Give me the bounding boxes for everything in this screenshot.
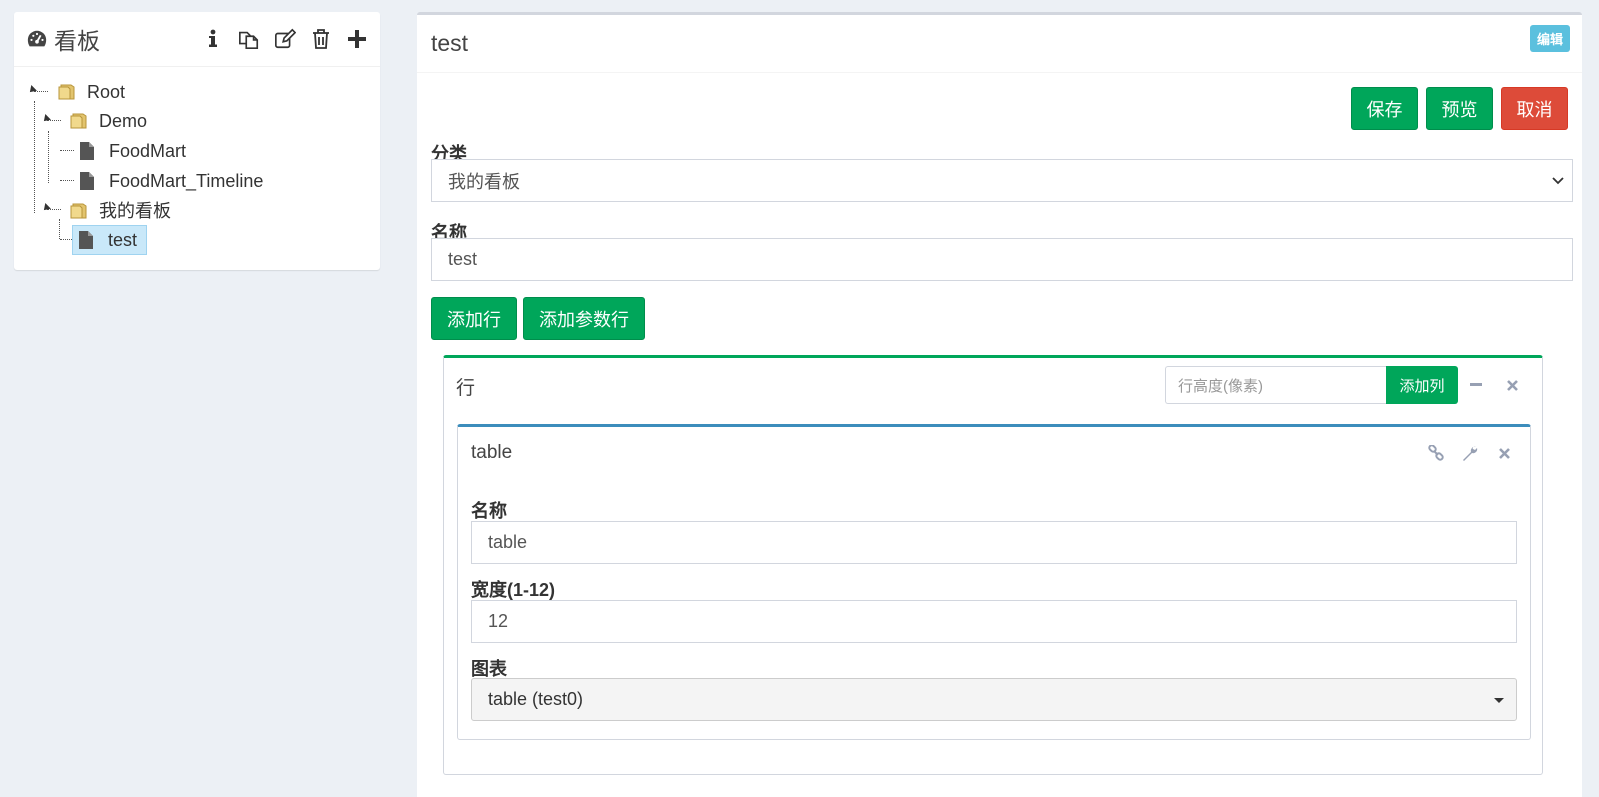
info-icon[interactable] <box>202 28 224 50</box>
plus-icon[interactable] <box>346 28 368 50</box>
category-select[interactable]: 我的看板 <box>431 159 1573 202</box>
edit-badge: 编辑 <box>1529 25 1570 52</box>
chevron-down-icon <box>1552 177 1564 185</box>
save-button[interactable]: 保存 <box>1351 87 1418 130</box>
edit-icon[interactable] <box>274 28 296 50</box>
close-icon[interactable] <box>1488 439 1520 467</box>
expand-arrow-icon[interactable] <box>41 203 51 213</box>
close-icon[interactable] <box>1494 366 1530 404</box>
link-icon[interactable] <box>1420 439 1452 467</box>
name-value: test <box>448 249 478 269</box>
dashboard-tree-panel: 看板 Root Demo FoodMart FoodMart_Timeline … <box>14 12 380 270</box>
category-value: 我的看板 <box>448 171 520 192</box>
tree-node-label: Demo <box>99 111 148 131</box>
file-icon <box>80 142 94 160</box>
column-width-label: 宽度(1-12) <box>471 580 556 600</box>
column-name-label: 名称 <box>471 501 507 521</box>
row-header: 行 行高度(像素) 添加列 <box>444 358 1542 414</box>
tree-node-test[interactable]: test <box>72 225 148 255</box>
board-title: test <box>431 30 469 56</box>
chart-value: table (test0) <box>488 689 584 709</box>
file-icon <box>80 172 94 190</box>
tree-node-label: Root <box>87 82 126 102</box>
column-name-input[interactable]: table <box>471 521 1517 564</box>
board-editor-panel: test 编辑 保存 预览 取消 分类 我的看板 名称 test 添加行 添加参… <box>417 12 1582 797</box>
tree-node-my-boards[interactable]: 我的看板 <box>64 198 180 224</box>
tree-node-label: 我的看板 <box>99 201 171 221</box>
add-column-button[interactable]: 添加列 <box>1386 366 1458 404</box>
editor-header: test 编辑 <box>417 15 1582 73</box>
dashboard-tree: Root Demo FoodMart FoodMart_Timeline 我的看… <box>14 67 380 267</box>
tree-panel-title: 看板 <box>54 28 100 54</box>
add-row-button[interactable]: 添加行 <box>431 297 517 340</box>
row-height-input[interactable]: 行高度(像素) <box>1165 366 1386 404</box>
editor-actions: 保存 预览 取消 <box>1351 87 1568 130</box>
add-param-row-button[interactable]: 添加参数行 <box>523 297 645 340</box>
dashboard-icon <box>27 30 47 47</box>
folder-icon <box>70 113 87 129</box>
chart-select[interactable]: table (test0) <box>471 678 1517 721</box>
tree-toolbar <box>202 28 368 50</box>
file-icon <box>79 231 93 249</box>
column-title: table <box>471 442 513 463</box>
tree-node-label: FoodMart_Timeline <box>109 171 264 191</box>
expand-arrow-icon[interactable] <box>27 85 37 95</box>
tree-node-label: test <box>108 230 138 250</box>
preview-button[interactable]: 预览 <box>1426 87 1493 130</box>
name-input[interactable]: test <box>431 238 1573 281</box>
expand-arrow-icon[interactable] <box>41 114 51 124</box>
minus-icon[interactable] <box>1458 366 1494 404</box>
column-header: table <box>458 427 1530 479</box>
tree-node-label: FoodMart <box>109 141 187 161</box>
row-tools: 行高度(像素) 添加列 <box>1165 366 1530 404</box>
column-width-value: 12 <box>488 611 509 631</box>
column-box: table 名称 table 宽度(1-12) 12 图表 table (tes… <box>457 424 1531 740</box>
folder-icon <box>70 203 87 219</box>
tree-panel-header: 看板 <box>14 12 380 67</box>
tree-node-foodmart-timeline[interactable]: FoodMart_Timeline <box>74 168 272 194</box>
caret-down-icon <box>1494 698 1504 703</box>
tree-node-root[interactable]: Root <box>52 79 134 105</box>
row-buttons: 添加行 添加参数行 <box>431 297 645 340</box>
column-width-input[interactable]: 12 <box>471 600 1517 643</box>
tree-node-foodmart[interactable]: FoodMart <box>74 138 195 164</box>
wrench-icon[interactable] <box>1454 439 1486 467</box>
tree-node-demo[interactable]: Demo <box>64 108 156 134</box>
column-name-value: table <box>488 532 528 552</box>
copy-icon[interactable] <box>238 28 260 50</box>
trash-icon[interactable] <box>310 28 332 50</box>
column-tools <box>1420 439 1520 467</box>
folder-icon <box>58 84 75 100</box>
row-title: 行 <box>456 377 476 399</box>
cancel-button[interactable]: 取消 <box>1501 87 1568 130</box>
row-box: 行 行高度(像素) 添加列 table 名称 table 宽度(1-12) 12… <box>443 355 1543 775</box>
